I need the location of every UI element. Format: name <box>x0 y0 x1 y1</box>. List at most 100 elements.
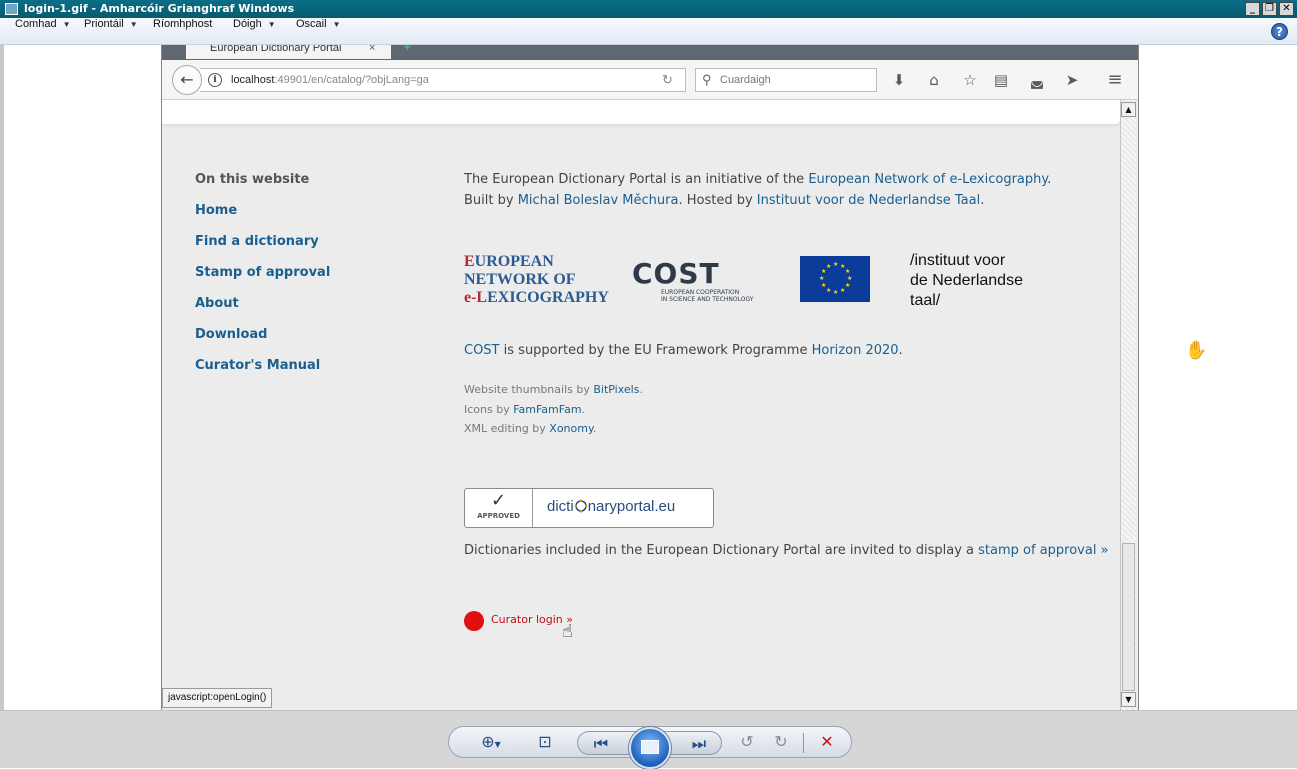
link-ivdnt[interactable]: Instituut voor de Nederlandse Taal <box>757 193 980 208</box>
svg-text:★: ★ <box>833 261 838 268</box>
menu-bar: Comhad ▼ Priontáil ▼ Ríomhphost Dóigh ▼ Osc… <box>0 18 1297 45</box>
toolbar-divider <box>803 733 804 753</box>
bookmark-star-icon[interactable]: ☆ <box>959 70 981 90</box>
link-horizon[interactable]: Horizon 2020 <box>812 343 899 358</box>
svg-text:★: ★ <box>826 287 831 294</box>
cost-note: COST is supported by the EU Framework Pr… <box>464 343 903 358</box>
svg-text:★: ★ <box>826 263 831 270</box>
info-icon[interactable]: i <box>208 73 222 87</box>
footer-link-home[interactable]: Home <box>195 203 237 218</box>
eu-flag-logo[interactable]: ★ ★ ★ ★ ★ ★ ★ ★ ★ ★ ★ ★ <box>800 256 870 302</box>
hand-cursor-icon: ✋ <box>1185 340 1208 361</box>
viewer-toolbar: ⊕▼ ⊡ ⏮ ⏭ ↺ ↻ ✕ <box>0 710 1297 769</box>
menu-riomhphost[interactable]: Ríomhphost <box>153 18 212 45</box>
slideshow-button[interactable] <box>629 727 671 769</box>
approval-badge[interactable]: ✓ APPROVED dicti naryportal.eu <box>464 488 714 528</box>
link-bitpixels[interactable]: BitPixels <box>593 383 639 396</box>
login-status-dot <box>464 611 484 631</box>
help-icon[interactable]: ? <box>1271 23 1288 40</box>
pocket-icon[interactable]: ◛ <box>1026 70 1048 90</box>
footer-link-about[interactable]: About <box>195 296 239 311</box>
ivdnt-logo[interactable]: /instituut voor de Nederlandse taal/ <box>910 251 1023 311</box>
displayed-image: European Dictionary Portal × + i localho… <box>161 45 1139 710</box>
svg-text:★: ★ <box>845 268 850 275</box>
curator-login-link[interactable]: Curator login » <box>491 613 573 626</box>
menu-priontail[interactable]: Priontáil ▼ <box>84 18 138 45</box>
browser-tab[interactable]: European Dictionary Portal × <box>186 45 391 59</box>
delete-icon[interactable]: ✕ <box>813 727 841 757</box>
svg-text:★: ★ <box>847 275 852 282</box>
url-bar[interactable]: i localhost:49901/en/catalog/?objLang=ga… <box>200 68 686 92</box>
browser-tabstrip: European Dictionary Portal × + <box>162 45 1138 60</box>
search-input[interactable]: ⚲ Cuardaigh <box>695 68 877 92</box>
link-author[interactable]: Michal Boleslav Měchura <box>518 193 679 208</box>
link-enel[interactable]: European Network of e-Lexicography <box>808 172 1047 187</box>
svg-text:★: ★ <box>819 275 824 282</box>
new-tab-icon[interactable]: + <box>403 45 413 53</box>
search-icon: ⚲ <box>702 72 712 87</box>
scroll-down-arrow-icon[interactable]: ▼ <box>1121 692 1136 707</box>
link-stamp-of-approval[interactable]: stamp of approval » <box>978 543 1108 558</box>
next-icon[interactable]: ⏭ <box>686 729 712 759</box>
magnifier-dots-icon <box>573 499 588 513</box>
scroll-thumb[interactable] <box>1122 543 1135 691</box>
chevron-down-icon: ▼ <box>129 20 138 29</box>
credit-thumbnails: Website thumbnails by BitPixels. <box>464 383 643 396</box>
check-icon: ✓ <box>490 490 507 511</box>
window-titlebar: login-1.gif - Amharcóir Grianghraf Windo… <box>0 0 1297 18</box>
toolbar-pill: ⊕▼ ⊡ ⏮ ⏭ ↺ ↻ ✕ <box>448 726 852 769</box>
content-card-bottom <box>162 100 1120 124</box>
intro-line-2: Built by Michal Boleslav Měchura. Hosted… <box>464 193 985 208</box>
link-cost[interactable]: COST <box>464 343 500 358</box>
chevron-down-icon: ▼ <box>267 20 276 29</box>
enel-logo[interactable]: EUROPEAN NETWORK OF e-LEXICOGRAPHY <box>464 253 624 306</box>
restore-button[interactable]: ❐ <box>1262 2 1277 16</box>
svg-text:★: ★ <box>845 282 850 289</box>
home-icon[interactable]: ⌂ <box>923 70 945 90</box>
minimize-button[interactable]: _ <box>1245 2 1260 16</box>
pointer-hand-icon: ☝ <box>562 621 573 642</box>
page-scrollbar[interactable]: ▲ ▼ <box>1120 100 1136 710</box>
link-xonomy[interactable]: Xonomy <box>549 422 593 435</box>
link-famfamfam[interactable]: FamFamFam <box>513 403 581 416</box>
menu-doigh[interactable]: Dóigh ▼ <box>233 18 276 45</box>
close-button[interactable]: ✕ <box>1279 2 1294 16</box>
scroll-up-arrow-icon[interactable]: ▲ <box>1121 102 1136 117</box>
intro-line-1: The European Dictionary Portal is an ini… <box>464 172 1052 187</box>
cost-logo[interactable]: COST EUROPEAN COOPERATION IN SCIENCE AND … <box>632 260 767 304</box>
footer-link-stamp[interactable]: Stamp of approval <box>195 265 330 280</box>
footer-link-download[interactable]: Download <box>195 327 267 342</box>
browser-status-bar: javascript:openLogin() <box>162 688 273 708</box>
previous-icon[interactable]: ⏮ <box>588 729 614 759</box>
bookmarks-list-icon[interactable]: ▤ <box>990 70 1012 90</box>
footer-link-find-dictionary[interactable]: Find a dictionary <box>195 234 319 249</box>
rotate-right-icon[interactable]: ↻ <box>767 727 795 757</box>
back-button[interactable]: ← <box>172 65 202 95</box>
window-title: login-1.gif - Amharcóir Grianghraf Windo… <box>24 2 295 15</box>
tab-close-icon[interactable]: × <box>369 45 375 54</box>
svg-text:★: ★ <box>833 289 838 296</box>
app-icon <box>5 3 18 15</box>
credit-icons: Icons by FamFamFam. <box>464 403 586 416</box>
slideshow-icon <box>641 740 659 754</box>
zoom-icon[interactable]: ⊕▼ <box>473 727 509 757</box>
badge-approved: ✓ APPROVED <box>465 489 533 527</box>
rotate-left-icon[interactable]: ↺ <box>733 727 761 757</box>
download-icon[interactable]: ⬇ <box>888 70 910 90</box>
footer-nav-heading: On this website <box>195 172 310 187</box>
fit-window-icon[interactable]: ⊡ <box>531 727 559 757</box>
hamburger-menu-icon[interactable]: ≡ <box>1104 70 1126 90</box>
stamp-note: Dictionaries included in the European Di… <box>464 543 1109 558</box>
badge-site-name: dicti naryportal.eu <box>547 498 676 515</box>
footer-link-curators-manual[interactable]: Curator's Manual <box>195 358 320 373</box>
url-text: localhost:49901/en/catalog/?objLang=ga <box>231 74 429 86</box>
menu-oscail[interactable]: Oscail ▼ <box>296 18 340 45</box>
svg-text:★: ★ <box>840 287 845 294</box>
reload-icon[interactable]: ↻ <box>662 69 673 91</box>
credit-xml: XML editing by Xonomy. <box>464 422 597 435</box>
tab-title: European Dictionary Portal <box>210 45 342 54</box>
svg-text:★: ★ <box>821 282 826 289</box>
send-icon[interactable]: ➤ <box>1061 70 1083 90</box>
search-placeholder: Cuardaigh <box>720 74 771 86</box>
menu-comhad[interactable]: Comhad ▼ <box>15 18 71 45</box>
